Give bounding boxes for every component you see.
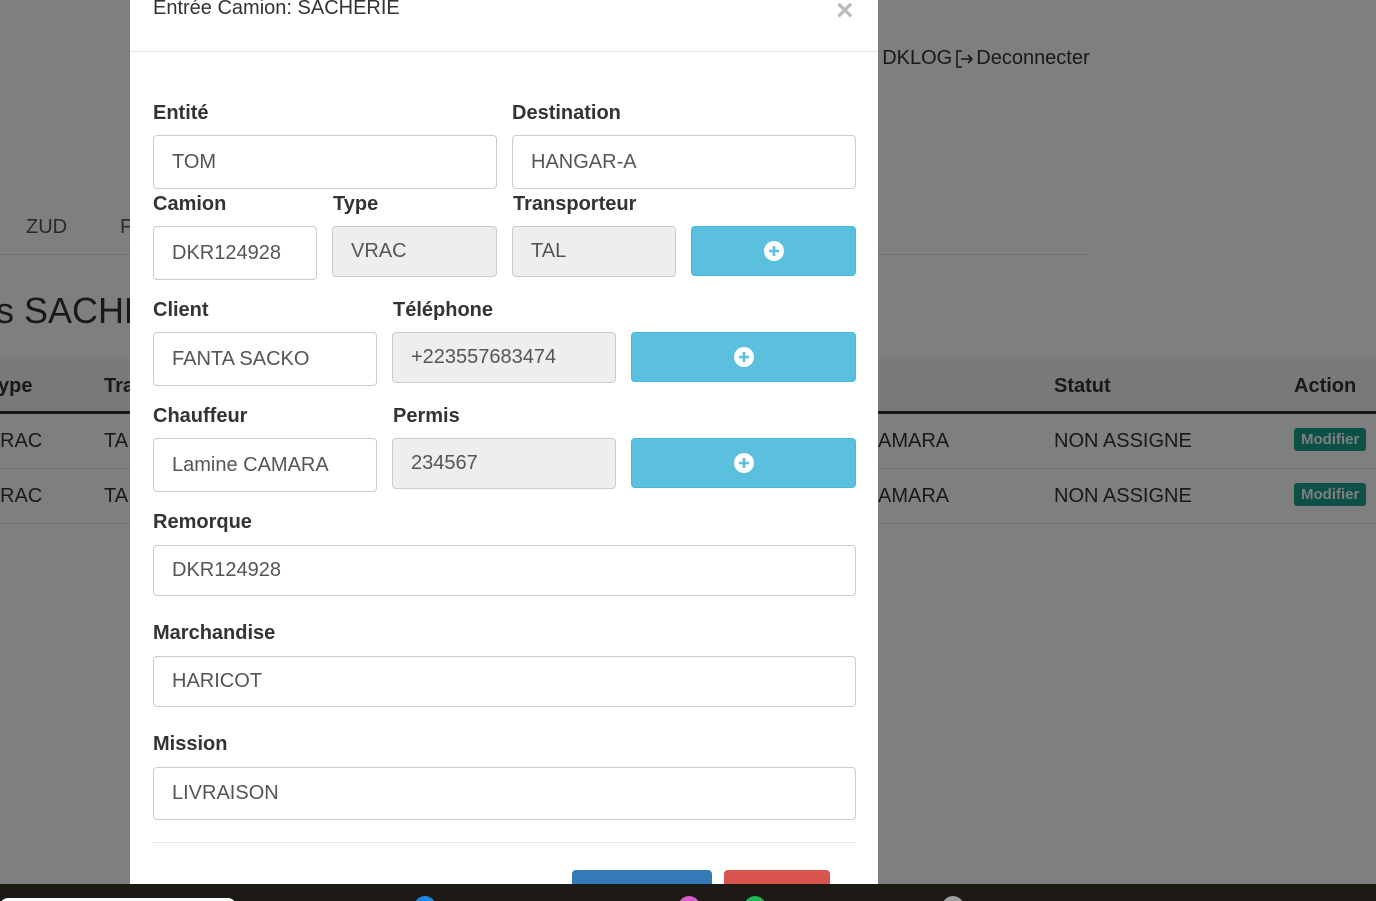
remorque-field[interactable]	[153, 545, 856, 596]
marchandise-field[interactable]	[153, 656, 856, 707]
modal-header: Entrée Camion: SACHERIE ×	[130, 0, 878, 52]
modal-title: Entrée Camion: SACHERIE	[153, 0, 400, 19]
entree-camion-modal: Entrée Camion: SACHERIE × Entité Destina…	[130, 0, 878, 884]
add-chauffeur-button[interactable]	[631, 438, 856, 488]
label-remorque: Remorque	[153, 511, 252, 533]
label-destination: Destination	[512, 102, 621, 124]
label-transporteur: Transporteur	[513, 193, 637, 215]
plus-circle-icon	[733, 347, 754, 367]
close-icon[interactable]: ×	[836, 0, 854, 26]
chauffeur-field[interactable]	[153, 438, 377, 492]
taskbar-app-icon[interactable]	[414, 896, 436, 901]
label-type: Type	[333, 193, 379, 215]
entite-field[interactable]	[153, 135, 497, 189]
add-client-button[interactable]	[631, 332, 856, 382]
destination-field[interactable]	[512, 135, 856, 189]
taskbar-app-icon[interactable]	[678, 896, 700, 901]
telephone-field[interactable]	[392, 332, 616, 383]
permis-field[interactable]	[392, 438, 616, 489]
label-mission: Mission	[153, 733, 228, 755]
modal-footer-divider	[153, 842, 856, 843]
add-transporteur-button[interactable]	[691, 226, 856, 276]
taskbar	[0, 884, 1376, 901]
transporteur-field[interactable]	[512, 226, 676, 277]
cancel-button[interactable]	[724, 870, 830, 884]
label-permis: Permis	[393, 405, 460, 427]
mission-field[interactable]	[153, 767, 856, 820]
label-telephone: Téléphone	[393, 299, 494, 321]
camion-field[interactable]	[153, 226, 317, 280]
label-camion: Camion	[153, 193, 227, 215]
label-client: Client	[153, 299, 209, 321]
client-field[interactable]	[153, 332, 377, 386]
plus-circle-icon	[733, 453, 754, 473]
label-entite: Entité	[153, 102, 209, 124]
type-field[interactable]	[332, 226, 497, 277]
taskbar-app-icon[interactable]	[942, 896, 964, 901]
taskbar-app-icon[interactable]	[744, 896, 766, 901]
save-button[interactable]	[572, 870, 712, 884]
label-chauffeur: Chauffeur	[153, 405, 248, 427]
plus-circle-icon	[763, 241, 784, 261]
label-marchandise: Marchandise	[153, 622, 276, 644]
